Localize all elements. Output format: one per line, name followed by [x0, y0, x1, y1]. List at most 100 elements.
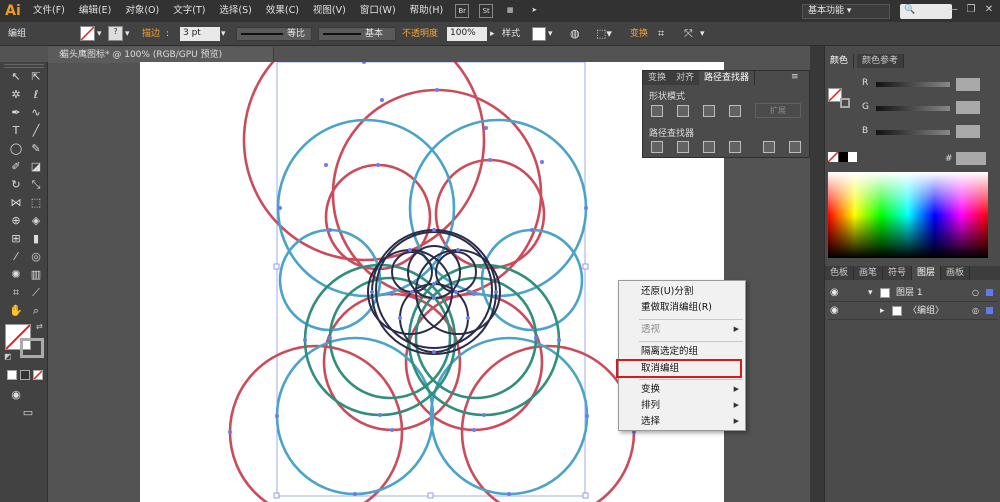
- column-graph-tool-icon[interactable]: ▥: [26, 266, 46, 284]
- width-tool-icon[interactable]: ⋈: [6, 194, 26, 212]
- artboard-tool-icon[interactable]: ⌗: [6, 284, 26, 302]
- zoom-tool-icon[interactable]: ⌕: [26, 302, 46, 320]
- channel-r-slider[interactable]: [876, 82, 950, 87]
- target-icon[interactable]: ◎: [972, 302, 979, 320]
- minus-back-icon[interactable]: [789, 141, 801, 153]
- gpu-performance-icon[interactable]: ➤: [527, 4, 541, 18]
- none-mode-icon[interactable]: [33, 370, 43, 380]
- stroke-label[interactable]: 描边: [142, 27, 160, 41]
- shape-builder-tool-icon[interactable]: ⊕: [6, 212, 26, 230]
- stroke-swatch[interactable]: ?: [108, 26, 123, 41]
- bridge-icon[interactable]: Br: [455, 4, 470, 18]
- tab-layers[interactable]: 图层: [912, 266, 942, 280]
- stroke-weight-dropdown-icon[interactable]: ▾: [221, 27, 226, 41]
- hex-input[interactable]: [956, 152, 986, 165]
- restore-button[interactable]: ❐: [964, 3, 978, 17]
- gradient-tool-icon[interactable]: ▮: [26, 230, 46, 248]
- panel-menu-icon[interactable]: ▾: [700, 27, 705, 41]
- eyedropper-tool-icon[interactable]: ⁄: [6, 248, 26, 266]
- minimize-button[interactable]: —: [946, 3, 960, 17]
- menu-item-transform[interactable]: 变换: [641, 382, 660, 397]
- isolate-group-icon[interactable]: ⌗: [658, 27, 664, 41]
- panel-menu-icon[interactable]: ≡: [791, 72, 799, 82]
- intersect-icon[interactable]: [703, 105, 715, 117]
- tab-transform[interactable]: 变换: [643, 71, 673, 85]
- stroke-weight-input[interactable]: 3 pt: [180, 27, 220, 41]
- menu-item-arrange[interactable]: 排列: [641, 398, 660, 413]
- curvature-tool-icon[interactable]: ∿: [26, 104, 46, 122]
- document-tab[interactable]: 猫头鹰图标* @ 100% (RGB/GPU 预览): [48, 47, 274, 63]
- close-window-button[interactable]: ✕: [982, 3, 996, 17]
- tab-swatches[interactable]: 色板: [825, 266, 855, 280]
- layer-row[interactable]: ◉ ▸ 〈编组〉 ◎: [828, 302, 998, 320]
- opacity-dropdown-icon[interactable]: ▸: [490, 27, 495, 41]
- selection-indicator[interactable]: [986, 307, 993, 314]
- live-paint-tool-icon[interactable]: ◈: [26, 212, 46, 230]
- opacity-input[interactable]: 100%: [447, 27, 487, 41]
- search-input[interactable]: 🔍: [900, 4, 952, 19]
- fill-dropdown-icon[interactable]: ▾: [97, 27, 102, 41]
- visibility-eye-icon[interactable]: ◉: [830, 302, 839, 320]
- minus-front-icon[interactable]: [677, 105, 689, 117]
- crop-icon[interactable]: [729, 141, 741, 153]
- line-tool-icon[interactable]: ╱: [26, 122, 46, 140]
- ellipse-tool-icon[interactable]: ◯: [6, 140, 26, 158]
- stroke-color-box[interactable]: [20, 338, 44, 358]
- layer-row[interactable]: ◉ ▾ 图层 1 ○: [828, 284, 998, 302]
- style-dropdown-icon[interactable]: ▾: [548, 27, 553, 41]
- menu-type[interactable]: 文字(T): [166, 0, 212, 22]
- menu-item-redo-ungroup[interactable]: 重做取消编组(R): [641, 300, 712, 315]
- type-tool-icon[interactable]: T: [6, 122, 26, 140]
- direct-selection-tool-icon[interactable]: ⇱: [26, 68, 46, 86]
- screen-mode-icon[interactable]: ▭: [18, 404, 38, 422]
- blend-tool-icon[interactable]: ◎: [26, 248, 46, 266]
- menu-object[interactable]: 对象(O): [118, 0, 166, 22]
- mesh-tool-icon[interactable]: ⊞: [6, 230, 26, 248]
- stock-icon[interactable]: St: [479, 4, 494, 18]
- trim-icon[interactable]: [677, 141, 689, 153]
- align-options-icon[interactable]: ⬚▾: [596, 27, 612, 41]
- tab-color[interactable]: 颜色: [825, 54, 855, 68]
- magic-wand-tool-icon[interactable]: ✲: [6, 86, 26, 104]
- tab-brushes[interactable]: 画笔: [854, 266, 884, 280]
- draw-mode-icon[interactable]: ◉: [6, 386, 26, 404]
- unite-icon[interactable]: [651, 105, 663, 117]
- swap-colors-icon[interactable]: ⇄: [36, 322, 46, 332]
- close-document-icon[interactable]: ×: [58, 47, 68, 63]
- selection-tool-icon[interactable]: ↖: [6, 68, 26, 86]
- arrange-documents-icon[interactable]: ▦: [503, 4, 517, 18]
- default-colors-icon[interactable]: ◩: [4, 352, 14, 362]
- outline-icon[interactable]: [763, 141, 775, 153]
- color-mode-icon[interactable]: [7, 370, 17, 380]
- menu-item-undo-divide[interactable]: 还原(U)分割: [641, 284, 693, 299]
- layer-name[interactable]: 图层 1: [896, 284, 923, 302]
- stroke-dropdown-icon[interactable]: ▾: [125, 27, 130, 41]
- menu-window[interactable]: 窗口(W): [353, 0, 403, 22]
- exclude-icon[interactable]: [729, 105, 741, 117]
- tab-align[interactable]: 对齐: [671, 71, 701, 85]
- none-swatch[interactable]: [827, 151, 839, 163]
- transform-link[interactable]: 变换: [630, 27, 648, 41]
- menu-file[interactable]: 文件(F): [26, 0, 72, 22]
- lasso-tool-icon[interactable]: ℓ: [26, 86, 46, 104]
- menu-effect[interactable]: 效果(C): [259, 0, 306, 22]
- menu-select[interactable]: 选择(S): [212, 0, 258, 22]
- merge-icon[interactable]: [703, 141, 715, 153]
- expand-layer-icon[interactable]: ▸: [880, 302, 885, 320]
- gradient-mode-icon[interactable]: [20, 370, 30, 380]
- slice-tool-icon[interactable]: ⟋: [26, 284, 46, 302]
- pen-tool-icon[interactable]: ✒: [6, 104, 26, 122]
- channel-b-slider[interactable]: [876, 130, 950, 135]
- tab-pathfinder[interactable]: 路径查找器: [699, 71, 756, 85]
- free-transform-tool-icon[interactable]: ⬚: [26, 194, 46, 212]
- rotate-tool-icon[interactable]: ↻: [6, 176, 26, 194]
- tab-color-guide[interactable]: 颜色参考: [857, 54, 905, 68]
- color-spectrum[interactable]: [828, 172, 988, 258]
- hand-tool-icon[interactable]: ✋: [6, 302, 26, 320]
- black-swatch[interactable]: [839, 152, 848, 162]
- brush-definition[interactable]: 基本: [318, 27, 396, 41]
- channel-g-slider[interactable]: [876, 106, 950, 111]
- variable-width-profile[interactable]: 等比: [236, 27, 312, 41]
- divide-icon[interactable]: [651, 141, 663, 153]
- workspace-switcher[interactable]: 基本功能 ▾: [802, 4, 890, 19]
